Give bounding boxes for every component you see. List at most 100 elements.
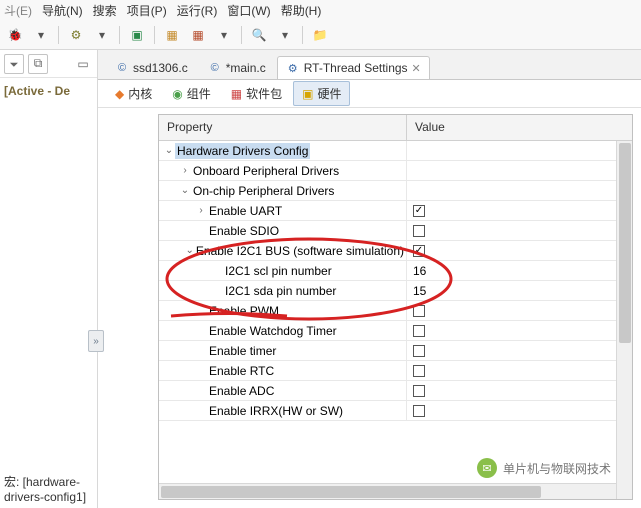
expanded-icon[interactable]: ⌄ <box>163 145 175 156</box>
property-row[interactable]: ⌄Hardware Drivers Config <box>159 141 632 161</box>
package-icon[interactable]: ▦ <box>161 24 183 46</box>
vertical-scrollbar[interactable] <box>616 141 632 499</box>
property-label: Enable IRRX(HW or SW) <box>207 403 345 419</box>
dropdown-icon[interactable]: ▾ <box>213 24 235 46</box>
horizontal-scrollbar[interactable] <box>159 483 616 499</box>
menu-search[interactable]: 搜索 <box>93 2 117 18</box>
checkbox[interactable] <box>413 405 425 417</box>
property-label: Enable RTC <box>207 363 276 379</box>
separator <box>154 26 155 44</box>
expanded-icon[interactable]: ⌄ <box>185 245 193 256</box>
column-value[interactable]: Value <box>407 115 632 140</box>
wechat-icon: ✉ <box>477 458 497 478</box>
checkbox[interactable] <box>413 325 425 337</box>
property-row[interactable]: I2C1 scl pin number16 <box>159 261 632 281</box>
subtab-2[interactable]: ▦软件包 <box>222 81 291 106</box>
checkbox[interactable] <box>413 365 425 377</box>
config-icon[interactable]: ⧉ <box>28 54 48 74</box>
file-icon: © <box>208 61 222 75</box>
menu-run[interactable]: 运行(R) <box>177 2 218 18</box>
checkbox[interactable] <box>413 385 425 397</box>
column-property[interactable]: Property <box>159 115 407 140</box>
menu-project[interactable]: 项目(P) <box>127 2 167 18</box>
subtab-1[interactable]: ◉组件 <box>163 81 220 106</box>
dropdown-icon[interactable]: ▾ <box>91 24 113 46</box>
property-label: Enable PWM <box>207 303 281 319</box>
checkbox[interactable] <box>413 225 425 237</box>
property-row[interactable]: Enable IRRX(HW or SW) <box>159 401 632 421</box>
property-row[interactable]: I2C1 sda pin number 15 <box>159 281 632 301</box>
property-value[interactable]: 15 <box>413 284 426 298</box>
property-label: Enable timer <box>207 343 278 359</box>
main-menu: 斗(E) 导航(N) 搜索 项目(P) 运行(R) 窗口(W) 帮助(H) <box>0 0 641 20</box>
watermark: ✉ 单片机与物联网技术 <box>477 458 611 478</box>
subtab-0[interactable]: ◆内核 <box>106 81 161 106</box>
property-label: Enable Watchdog Timer <box>207 323 339 339</box>
menu-window[interactable]: 窗口(W) <box>227 2 270 18</box>
close-icon[interactable]: ✕ <box>412 62 421 75</box>
file-icon: © <box>115 61 129 75</box>
property-label: Enable ADC <box>207 383 276 399</box>
search-icon[interactable]: 🔍 <box>248 24 270 46</box>
property-label: On-chip Peripheral Drivers <box>191 183 336 199</box>
grid-icon[interactable]: ▦ <box>187 24 209 46</box>
property-row[interactable]: Enable timer <box>159 341 632 361</box>
property-row[interactable]: ⌄Enable I2C1 BUS (software simulation) ✓ <box>159 241 632 261</box>
collapsed-icon[interactable]: › <box>179 165 191 176</box>
property-row[interactable]: Enable PWM <box>159 301 632 321</box>
active-config-label: [Active - De <box>0 78 97 104</box>
separator <box>119 26 120 44</box>
collapsed-icon[interactable]: › <box>195 205 207 216</box>
property-row[interactable]: Enable Watchdog Timer <box>159 321 632 341</box>
property-label: Enable I2C1 BUS (software simulation) <box>194 243 406 259</box>
checkbox[interactable]: ✓ <box>413 245 425 257</box>
scrollbar-thumb[interactable] <box>619 143 631 343</box>
separator <box>58 26 59 44</box>
property-row[interactable]: ⌄On-chip Peripheral Drivers <box>159 181 632 201</box>
checkbox[interactable] <box>413 305 425 317</box>
sidebar-toolbar: 🞃 ⧉ ▭ <box>0 50 97 78</box>
property-label: I2C1 sda pin number <box>223 283 338 299</box>
folder-icon[interactable]: 📁 <box>309 24 331 46</box>
separator <box>302 26 303 44</box>
property-row[interactable]: Enable RTC <box>159 361 632 381</box>
property-label: Enable SDIO <box>207 223 281 239</box>
bug-icon[interactable]: 🐞 <box>4 24 26 46</box>
menu-help[interactable]: 帮助(H) <box>281 2 322 18</box>
property-value[interactable]: 16 <box>413 264 426 278</box>
minimize-icon[interactable]: ▭ <box>73 54 93 74</box>
build-icon[interactable]: ⚙ <box>65 24 87 46</box>
property-row[interactable]: ›Enable UART ✓ <box>159 201 632 221</box>
dropdown-icon[interactable]: ▾ <box>274 24 296 46</box>
checkbox[interactable] <box>413 345 425 357</box>
chip-icon[interactable]: ▣ <box>126 24 148 46</box>
subtab-icon: ▣ <box>302 87 313 101</box>
watermark-text: 单片机与物联网技术 <box>503 460 611 477</box>
menu-trunc: 斗(E) <box>4 2 32 18</box>
subtab-3[interactable]: ▣ 硬件 <box>293 81 350 106</box>
tab-rtthreadsettings[interactable]: ⚙RT-Thread Settings✕ <box>277 56 430 79</box>
property-row[interactable]: Enable SDIO <box>159 221 632 241</box>
property-row[interactable]: ›Onboard Peripheral Drivers <box>159 161 632 181</box>
expand-panel-icon[interactable]: » <box>88 330 104 352</box>
checkbox[interactable]: ✓ <box>413 205 425 217</box>
property-label: Enable UART <box>207 203 284 219</box>
tab-label: ssd1306.c <box>133 61 188 75</box>
property-label: Onboard Peripheral Drivers <box>191 163 341 179</box>
separator <box>241 26 242 44</box>
subtab-label: 软件包 <box>246 85 282 102</box>
expanded-icon[interactable]: ⌄ <box>179 185 191 196</box>
tab-ssd1306c[interactable]: © ssd1306.c <box>106 56 197 79</box>
settings-subtab-bar: ◆内核◉组件▦软件包 ▣ 硬件 <box>98 80 641 108</box>
subtab-label: 硬件 <box>317 85 341 102</box>
property-row[interactable]: Enable ADC <box>159 381 632 401</box>
subtab-label: 内核 <box>128 85 152 102</box>
tab-label: RT-Thread Settings <box>304 61 408 75</box>
editor-tab-bar: ©ssd1306.c©*main.c⚙RT-Thread Settings✕ <box>98 50 641 80</box>
scrollbar-thumb[interactable] <box>161 486 541 498</box>
menu-nav[interactable]: 导航(N) <box>42 2 83 18</box>
subtab-label: 组件 <box>187 85 211 102</box>
collapse-icon[interactable]: 🞃 <box>4 54 24 74</box>
dropdown-icon[interactable]: ▾ <box>30 24 52 46</box>
tab-mainc[interactable]: ©*main.c <box>199 56 275 79</box>
